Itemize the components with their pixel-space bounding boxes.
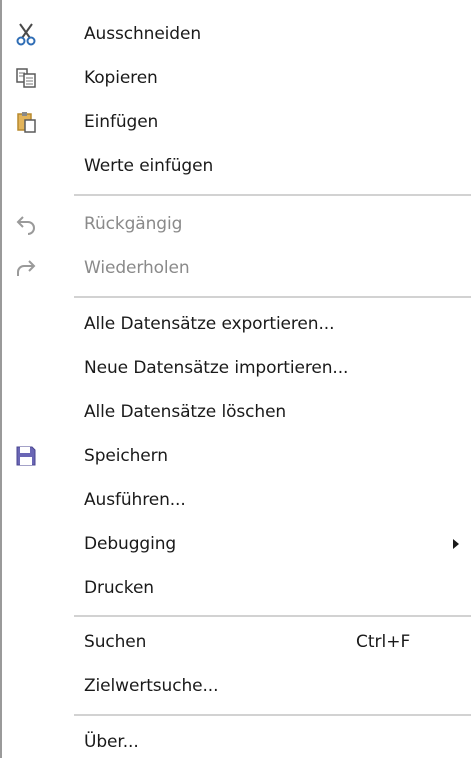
menu-item-paste-values[interactable]: Werte einfügen (2, 144, 471, 188)
menu-item-label: Werte einfügen (84, 156, 214, 176)
menu-item-about[interactable]: Über... (2, 720, 471, 764)
menu-item-redo[interactable]: Wiederholen (2, 246, 471, 290)
menu-item-label: Alle Datensätze exportieren... (84, 314, 335, 334)
menu-item-label: Neue Datensätze importieren... (84, 358, 349, 378)
menu-item-import-new[interactable]: Neue Datensätze importieren... (2, 346, 471, 390)
menu-item-shortcut: Ctrl+F (356, 632, 411, 652)
menu-item-label: Kopieren (84, 68, 158, 88)
menu-item-label: Suchen (84, 632, 147, 652)
menu-item-print[interactable]: Drucken (2, 566, 471, 610)
menu-item-delete-all[interactable]: Alle Datensätze löschen (2, 390, 471, 434)
menu-item-copy[interactable]: Kopieren (2, 56, 471, 100)
menu-item-label: Speichern (84, 446, 168, 466)
menu-item-label: Rückgängig (84, 214, 183, 234)
menu-item-label: Ausführen... (84, 490, 186, 510)
menu-separator (74, 615, 471, 617)
menu-item-label: Über... (84, 732, 139, 752)
menu-item-save[interactable]: Speichern (2, 434, 471, 478)
menu-item-goal-seek[interactable]: Zielwertsuche... (2, 664, 471, 708)
copy-icon (16, 68, 36, 88)
menu-item-debugging[interactable]: Debugging (2, 522, 471, 566)
cut-icon (16, 23, 36, 46)
menu-item-label: Alle Datensätze löschen (84, 402, 287, 422)
menu-item-label: Zielwertsuche... (84, 676, 219, 696)
submenu-arrow-icon (453, 539, 459, 549)
menu-item-cut[interactable]: Ausschneiden (2, 12, 471, 56)
menu-item-label: Wiederholen (84, 258, 190, 278)
menu-item-undo[interactable]: Rückgängig (2, 202, 471, 246)
save-icon (16, 446, 36, 466)
menu-separator (74, 194, 471, 196)
paste-icon (17, 112, 36, 133)
redo-icon (17, 260, 36, 276)
menu-separator (74, 714, 471, 716)
menu-item-paste[interactable]: Einfügen (2, 100, 471, 144)
menu-item-label: Debugging (84, 534, 177, 554)
menu-item-find[interactable]: Suchen Ctrl+F (2, 620, 471, 664)
menu-item-label: Einfügen (84, 112, 159, 132)
menu-item-run[interactable]: Ausführen... (2, 478, 471, 522)
menu-item-label: Drucken (84, 578, 154, 598)
menu-item-label: Ausschneiden (84, 24, 202, 44)
menu-separator (74, 296, 471, 298)
context-menu: Ausschneiden Kopieren Einfügen Werte ein… (0, 0, 471, 758)
menu-item-export-all[interactable]: Alle Datensätze exportieren... (2, 302, 471, 346)
undo-icon (16, 216, 35, 235)
